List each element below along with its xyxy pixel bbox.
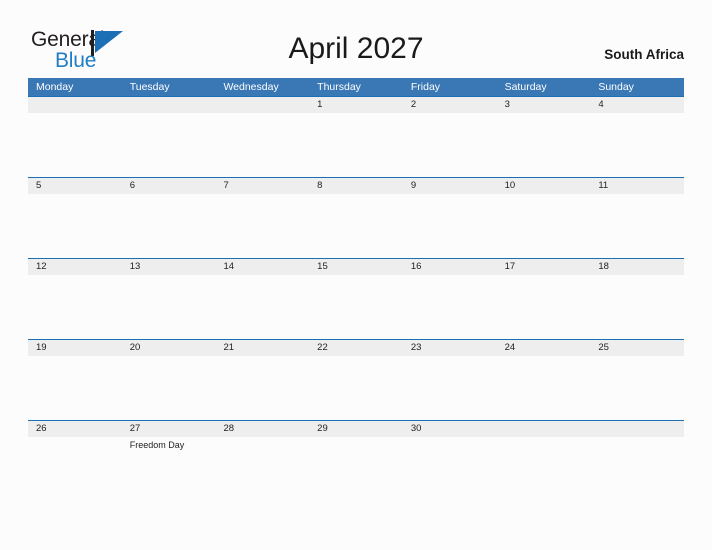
day-cell[interactable] — [215, 113, 309, 176]
date-number[interactable]: 4 — [590, 97, 684, 113]
date-number[interactable]: 28 — [215, 421, 309, 437]
day-cell[interactable] — [122, 113, 216, 176]
date-number[interactable]: 18 — [590, 259, 684, 275]
date-number[interactable]: 8 — [309, 178, 403, 194]
day-cell[interactable] — [28, 437, 122, 500]
date-number[interactable]: 25 — [590, 340, 684, 356]
date-number[interactable]: 29 — [309, 421, 403, 437]
date-number[interactable]: 5 — [28, 178, 122, 194]
dow-wednesday: Wednesday — [223, 81, 279, 93]
date-number[interactable]: 27 — [122, 421, 216, 437]
day-cell[interactable] — [497, 275, 591, 338]
day-cell[interactable] — [28, 194, 122, 257]
date-number[interactable]: 30 — [403, 421, 497, 437]
day-cell[interactable] — [215, 437, 309, 500]
day-cell[interactable] — [590, 194, 684, 257]
date-number[interactable]: 17 — [497, 259, 591, 275]
date-number[interactable]: 10 — [497, 178, 591, 194]
day-cell[interactable] — [590, 437, 684, 500]
day-cell[interactable] — [122, 275, 216, 338]
week-row: 1 2 3 4 — [28, 96, 684, 177]
holiday-label: Freedom Day — [129, 440, 185, 450]
calendar-grid: Monday Tuesday Wednesday Thursday Friday… — [28, 78, 684, 501]
date-number[interactable]: 13 — [122, 259, 216, 275]
date-band: 26 27 28 29 30 — [28, 421, 684, 437]
date-number[interactable]: 2 — [403, 97, 497, 113]
day-of-week-header: Monday Tuesday Wednesday Thursday Friday… — [28, 78, 684, 96]
date-number[interactable]: 20 — [122, 340, 216, 356]
date-number[interactable] — [28, 97, 122, 113]
day-cell[interactable] — [497, 113, 591, 176]
dow-saturday: Saturday — [504, 81, 547, 93]
date-number[interactable]: 23 — [403, 340, 497, 356]
day-cell[interactable] — [309, 356, 403, 419]
day-cell[interactable] — [497, 194, 591, 257]
date-number[interactable] — [215, 97, 309, 113]
page-header: General Blue April 2027 South Africa — [0, 0, 712, 78]
day-cell[interactable]: Freedom Day — [122, 437, 216, 500]
day-cell[interactable] — [590, 275, 684, 338]
day-cell[interactable] — [28, 113, 122, 176]
date-number[interactable] — [497, 421, 591, 437]
date-number[interactable]: 19 — [28, 340, 122, 356]
day-cell[interactable] — [309, 194, 403, 257]
day-cell[interactable] — [403, 113, 497, 176]
dow-friday: Friday — [410, 81, 441, 93]
day-cell[interactable] — [403, 194, 497, 257]
date-number[interactable]: 21 — [215, 340, 309, 356]
day-cell[interactable] — [309, 113, 403, 176]
region-label: South Africa — [604, 47, 684, 62]
day-cell[interactable] — [309, 437, 403, 500]
date-number[interactable]: 26 — [28, 421, 122, 437]
day-cell[interactable] — [215, 356, 309, 419]
date-number[interactable]: 11 — [590, 178, 684, 194]
day-cell[interactable] — [497, 356, 591, 419]
date-number[interactable]: 7 — [215, 178, 309, 194]
dow-thursday: Thursday — [317, 81, 361, 93]
event-band: Freedom Day — [28, 437, 684, 500]
day-cell[interactable] — [28, 275, 122, 338]
date-number[interactable]: 16 — [403, 259, 497, 275]
date-number[interactable]: 22 — [309, 340, 403, 356]
date-band: 1 2 3 4 — [28, 97, 684, 113]
day-cell[interactable] — [403, 437, 497, 500]
day-cell[interactable] — [590, 113, 684, 176]
day-cell[interactable] — [28, 356, 122, 419]
event-band — [28, 113, 684, 176]
dow-sunday: Sunday — [598, 81, 634, 93]
week-row: 12 13 14 15 16 17 18 — [28, 258, 684, 339]
day-cell[interactable] — [122, 194, 216, 257]
date-number[interactable]: 12 — [28, 259, 122, 275]
date-band: 12 13 14 15 16 17 18 — [28, 259, 684, 275]
week-row: 5 6 7 8 9 10 11 — [28, 177, 684, 258]
date-number[interactable]: 15 — [309, 259, 403, 275]
day-cell[interactable] — [122, 356, 216, 419]
event-band — [28, 194, 684, 257]
event-band — [28, 356, 684, 419]
day-cell[interactable] — [309, 275, 403, 338]
day-cell[interactable] — [497, 437, 591, 500]
date-number[interactable]: 24 — [497, 340, 591, 356]
date-number[interactable]: 3 — [497, 97, 591, 113]
event-band — [28, 275, 684, 338]
dow-monday: Monday — [36, 81, 74, 93]
day-cell[interactable] — [215, 194, 309, 257]
day-cell[interactable] — [403, 275, 497, 338]
date-number[interactable]: 6 — [122, 178, 216, 194]
date-number[interactable]: 14 — [215, 259, 309, 275]
day-cell[interactable] — [215, 275, 309, 338]
date-band: 19 20 21 22 23 24 25 — [28, 340, 684, 356]
date-number[interactable] — [590, 421, 684, 437]
day-cell[interactable] — [590, 356, 684, 419]
day-cell[interactable] — [403, 356, 497, 419]
calendar-page: General Blue April 2027 South Africa Mon… — [0, 0, 712, 550]
week-row: 19 20 21 22 23 24 25 — [28, 339, 684, 420]
date-number[interactable]: 1 — [309, 97, 403, 113]
dow-tuesday: Tuesday — [129, 81, 170, 93]
date-band: 5 6 7 8 9 10 11 — [28, 178, 684, 194]
date-number[interactable] — [122, 97, 216, 113]
date-number[interactable]: 9 — [403, 178, 497, 194]
week-row: 26 27 28 29 30 Freedom Day — [28, 420, 684, 501]
